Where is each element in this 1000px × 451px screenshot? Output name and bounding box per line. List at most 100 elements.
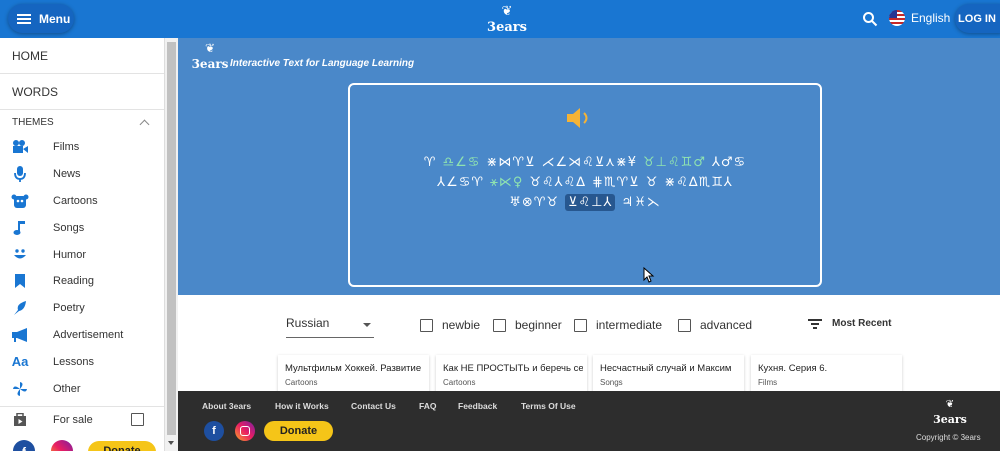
glyph-word[interactable]: ⅄♂♋ bbox=[712, 155, 746, 170]
mouse-cursor-icon bbox=[643, 267, 655, 283]
checkbox[interactable] bbox=[574, 318, 587, 332]
speaker-icon[interactable] bbox=[565, 107, 595, 129]
sidebar-item-advertisement[interactable]: Advertisement bbox=[0, 322, 164, 349]
filter-newbie[interactable]: newbie bbox=[420, 318, 480, 332]
themes-header[interactable]: THEMES bbox=[0, 110, 164, 134]
dropdown-caret-icon bbox=[363, 323, 371, 327]
search-icon[interactable] bbox=[862, 11, 878, 27]
glyph-word[interactable]: ♉♌⅄♌∆ bbox=[529, 175, 586, 190]
card-category: Songs bbox=[600, 378, 623, 387]
glyph-line: ⅄∠♋♈ ⚹⋉♀ ♉♌⅄♌∆ ⋕♏♈⊻ ♉ ⋇♌∆♏♊⅄ bbox=[350, 173, 820, 193]
login-button[interactable]: LOG IN bbox=[955, 4, 1000, 33]
card-title: Как НЕ ПРОСТЫТЬ и беречь себя bbox=[443, 363, 583, 374]
sidebar-scrollbar[interactable] bbox=[165, 38, 178, 451]
glyph-word[interactable]: ⋕♏♈⊻ bbox=[592, 175, 640, 190]
sidebar-item-other[interactable]: Other bbox=[0, 375, 164, 402]
filter-label: intermediate bbox=[596, 318, 663, 332]
theme-label: Cartoons bbox=[53, 194, 98, 207]
footer-link-feedback[interactable]: Feedback bbox=[458, 401, 497, 411]
footer-link-about[interactable]: About 3ears bbox=[202, 401, 251, 411]
content-card[interactable]: Несчастный случай и Максим Songs bbox=[593, 355, 744, 392]
pinwheel-icon bbox=[11, 380, 29, 398]
language-selector[interactable]: English bbox=[889, 10, 950, 26]
sidebar-item-poetry[interactable]: Poetry bbox=[0, 295, 164, 322]
tagline: Interactive Text for Language Learning bbox=[230, 58, 415, 69]
sort-label: Most Recent bbox=[832, 318, 892, 329]
sidebar-item-lessons[interactable]: Aa Lessons bbox=[0, 348, 164, 375]
card-category: Cartoons bbox=[285, 378, 318, 387]
glyph-word[interactable]: ♅⊗♈♉ bbox=[509, 195, 559, 210]
scrollbar-thumb[interactable] bbox=[167, 42, 176, 435]
glyph-word[interactable]: ♉ bbox=[646, 175, 659, 190]
checkbox[interactable] bbox=[493, 318, 506, 332]
cartoon-face-icon bbox=[11, 192, 29, 210]
filter-label: newbie bbox=[442, 318, 481, 332]
filter-intermediate[interactable]: intermediate bbox=[574, 318, 662, 332]
glyph-word[interactable]: ♃♓⋋ bbox=[621, 195, 660, 210]
hero-banner: ❦ 3ears Interactive Text for Language Le… bbox=[178, 38, 1000, 295]
language-select[interactable]: Russian bbox=[286, 316, 374, 338]
glyph-word[interactable]: ♎∠♋ bbox=[442, 155, 480, 170]
chevron-up-icon bbox=[139, 119, 150, 129]
site-logo[interactable]: ❦ 3ears bbox=[484, 3, 530, 35]
glyph-word[interactable]: ⅄∠♋♈ bbox=[437, 175, 484, 190]
leaf-icon: ❦ bbox=[501, 3, 513, 18]
sidebar-donate-button[interactable]: Donate bbox=[88, 441, 156, 451]
theme-label: Other bbox=[53, 382, 81, 395]
for-sale-checkbox[interactable] bbox=[131, 412, 144, 426]
sidebar-item-home[interactable]: HOME bbox=[0, 38, 164, 74]
sort-button[interactable]: Most Recent bbox=[808, 318, 891, 329]
menu-label: Menu bbox=[39, 11, 71, 26]
glyph-word[interactable]: ♉⊥♌♊♂ bbox=[643, 155, 706, 170]
sidebar-item-songs[interactable]: Songs bbox=[0, 214, 164, 241]
leaf-icon: ❦ bbox=[204, 41, 216, 55]
microphone-icon bbox=[11, 165, 29, 183]
smile-icon bbox=[11, 246, 29, 264]
donate-button[interactable]: Donate bbox=[264, 421, 333, 441]
content-card[interactable]: Мультфильм Хоккей. Развитие Cartoons bbox=[278, 355, 429, 392]
copyright: Copyright © 3ears bbox=[916, 433, 981, 442]
footer-logo: ❦ 3ears bbox=[933, 399, 967, 426]
sidebar-item-reading[interactable]: Reading bbox=[0, 268, 164, 295]
sidebar-item-films[interactable]: Films bbox=[0, 134, 164, 161]
sidebar-item-news[interactable]: News bbox=[0, 161, 164, 188]
language-label: English bbox=[911, 11, 951, 25]
glyph-word[interactable]: ⚹⋉♀ bbox=[490, 175, 523, 190]
sort-icon bbox=[808, 318, 822, 329]
music-note-icon bbox=[11, 219, 29, 237]
checkbox[interactable] bbox=[420, 318, 433, 332]
interactive-text-box[interactable]: ♈ ♎∠♋ ⋇⋈♈⊻ ⋌∠⋊♌⊻⋏⋇¥ ♉⊥♌♊♂ ⅄♂♋ ⅄∠♋♈ ⚹⋉♀ ♉♌⅄♌∆ ⋕♏♈⊻… bbox=[348, 83, 822, 287]
sidebar-item-for-sale[interactable]: For sale bbox=[0, 407, 164, 433]
facebook-icon[interactable]: f bbox=[204, 421, 224, 441]
filter-advanced[interactable]: advanced bbox=[678, 318, 752, 332]
glyph-word[interactable]: ⊻♌⊥⅄ bbox=[565, 194, 616, 211]
glyph-word[interactable]: ⋇♌∆♏♊⅄ bbox=[664, 175, 733, 190]
theme-label: Advertisement bbox=[53, 328, 124, 341]
sidebar-item-humor[interactable]: Humor bbox=[0, 241, 164, 268]
footer-link-faq[interactable]: FAQ bbox=[419, 401, 436, 411]
footer-link-terms[interactable]: Terms Of Use bbox=[521, 401, 576, 411]
instagram-icon[interactable] bbox=[235, 421, 255, 441]
top-app-bar: Menu ❦ 3ears English LOG IN bbox=[0, 0, 1000, 38]
theme-label: Humor bbox=[53, 248, 87, 261]
scroll-down-arrow-icon[interactable] bbox=[168, 441, 174, 445]
menu-button[interactable]: Menu bbox=[8, 4, 74, 33]
checkbox[interactable] bbox=[678, 318, 691, 332]
footer-link-contact[interactable]: Contact Us bbox=[351, 401, 396, 411]
sidebar-item-words[interactable]: WORDS bbox=[0, 74, 164, 110]
footer-link-how-it-works[interactable]: How it Works bbox=[275, 401, 329, 411]
glyph-word[interactable]: ⋌∠⋊♌⊻⋏⋇¥ bbox=[541, 155, 637, 170]
theme-label: Reading bbox=[53, 275, 94, 288]
glyph-word[interactable]: ♈ bbox=[424, 155, 437, 170]
aa-icon: Aa bbox=[11, 354, 29, 370]
megaphone-icon bbox=[11, 326, 29, 344]
facebook-icon[interactable]: f bbox=[13, 440, 35, 451]
content-card[interactable]: Как НЕ ПРОСТЫТЬ и беречь себя Cartoons bbox=[436, 355, 587, 392]
theme-label: Lessons bbox=[53, 355, 94, 368]
content-card[interactable]: Кухня. Серия 6. Films bbox=[751, 355, 902, 392]
instagram-icon[interactable] bbox=[51, 440, 73, 451]
filter-beginner[interactable]: beginner bbox=[493, 318, 562, 332]
glyph-word[interactable]: ⋇⋈♈⊻ bbox=[486, 155, 535, 170]
filter-label: advanced bbox=[700, 318, 753, 332]
sidebar-item-cartoons[interactable]: Cartoons bbox=[0, 188, 164, 215]
